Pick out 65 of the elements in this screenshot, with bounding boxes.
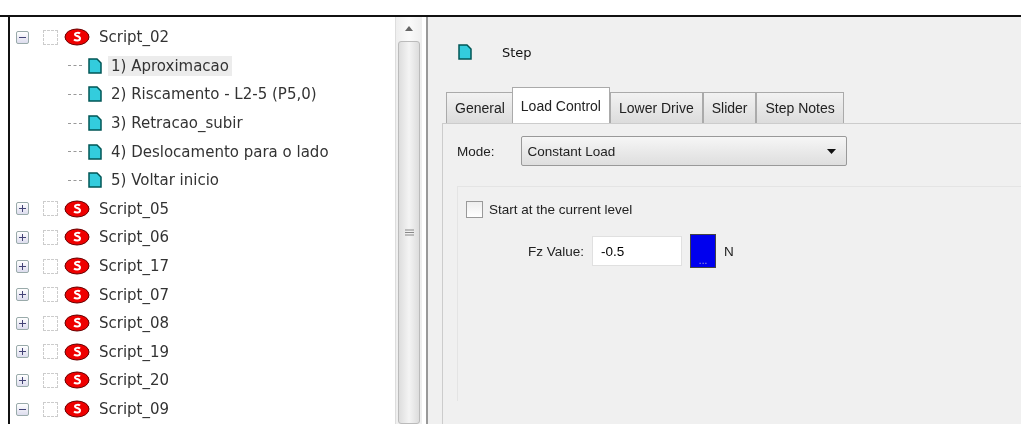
document-icon: [88, 172, 102, 189]
tab[interactable]: Step Notes: [756, 92, 844, 123]
script-icon: [64, 28, 90, 47]
collapse-icon[interactable]: [16, 402, 29, 416]
tree-item[interactable]: Script_20: [96, 370, 173, 391]
tab[interactable]: Load Control: [511, 87, 610, 123]
checkbox[interactable]: [43, 287, 58, 303]
tree-item[interactable]: 2) Riscamento - L2-5 (P5,0): [108, 84, 320, 105]
document-icon: [88, 86, 102, 103]
dropdown-caret-icon: [826, 148, 836, 154]
scroll-up-icon[interactable]: [405, 25, 413, 31]
document-icon: [88, 57, 102, 74]
tab[interactable]: General: [446, 92, 514, 123]
checkbox[interactable]: [43, 258, 58, 274]
fz-value-label: Fz Value:: [528, 243, 585, 259]
script-icon: [64, 228, 90, 247]
fz-value-field[interactable]: -0.5: [592, 236, 683, 266]
script-icon: [64, 199, 90, 218]
expand-icon[interactable]: [16, 202, 29, 216]
expand-icon[interactable]: [16, 230, 29, 244]
grip-icon: [404, 229, 414, 236]
tree-item[interactable]: 1) Aproximacao: [108, 55, 232, 76]
expand-icon[interactable]: [16, 316, 29, 330]
tab[interactable]: Slider: [702, 92, 757, 123]
panel-title: Step: [502, 44, 532, 60]
tree-item[interactable]: Script_02: [96, 27, 173, 48]
tree-item[interactable]: Script_08: [96, 313, 173, 334]
tree-item[interactable]: 5) Voltar inicio: [108, 170, 223, 191]
tree-item[interactable]: 3) Retracao_subir: [108, 113, 246, 134]
scrollbar-thumb[interactable]: [398, 41, 420, 424]
checkbox[interactable]: [43, 401, 58, 417]
tree-item[interactable]: Script_17: [96, 256, 173, 277]
tree-item[interactable]: 4) Deslocamento para o lado: [108, 141, 332, 162]
expand-icon[interactable]: [16, 288, 29, 302]
collapse-icon[interactable]: [16, 30, 29, 44]
tree-item[interactable]: Script_09: [96, 399, 173, 419]
expand-icon[interactable]: [16, 259, 29, 273]
tree-item[interactable]: Script_06: [96, 227, 173, 248]
checkbox[interactable]: [43, 344, 58, 360]
tree-item[interactable]: Script_07: [96, 284, 173, 305]
tree-item[interactable]: Script_19: [96, 341, 173, 362]
checkbox[interactable]: [43, 372, 58, 388]
unit-label: N: [724, 243, 734, 259]
expand-icon[interactable]: [16, 345, 29, 359]
script-icon: [64, 257, 90, 276]
tab[interactable]: Lower Drive: [610, 92, 703, 123]
mode-dropdown[interactable]: Constant Load: [520, 136, 847, 166]
tree-item[interactable]: Script_05: [96, 198, 173, 219]
script-icon: [64, 371, 90, 390]
document-icon: [458, 44, 472, 60]
checkbox[interactable]: [466, 201, 483, 218]
checkbox[interactable]: [43, 201, 58, 217]
script-icon: [64, 342, 90, 361]
document-icon: [88, 143, 102, 160]
checkbox[interactable]: [43, 29, 58, 45]
script-icon: [64, 400, 90, 418]
mode-label: Mode:: [457, 143, 495, 159]
expand-icon[interactable]: [16, 373, 29, 387]
script-icon: [64, 314, 90, 333]
checkbox-label: Start at the current level: [489, 202, 633, 217]
checkbox[interactable]: [43, 229, 58, 245]
checkbox[interactable]: [43, 315, 58, 331]
color-picker-button[interactable]: ...: [690, 234, 717, 268]
document-icon: [88, 115, 102, 132]
script-icon: [64, 285, 90, 304]
